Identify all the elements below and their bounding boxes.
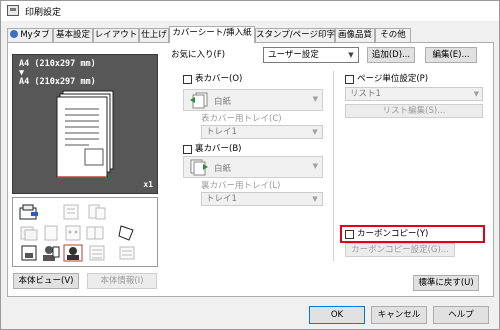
chevron-down-icon: ▼ [348,51,354,59]
printer-icon [7,5,19,16]
front-cover-tray-label: 表カバー用トレイ(C) [201,114,282,124]
account-track-icon[interactable] [63,244,83,262]
user-auth-icon[interactable] [41,244,61,262]
back-cover-tray-dropdown[interactable]: トレイ1 ▼ [201,192,323,206]
favorites-value: ユーザー設定 [268,50,319,60]
finisher-option-icon[interactable] [87,203,107,221]
output-tray-icon[interactable] [19,244,39,262]
tab-my-tab[interactable]: Myタブ [7,28,53,42]
per-page-list-dropdown[interactable]: リスト1 ▼ [345,87,483,101]
add-favorite-button[interactable]: 追加(D)... [367,47,415,63]
carbon-copy-settings-button[interactable]: カーボンコピー設定(G)... [345,243,455,257]
front-cover-paper-value: 白紙 [214,97,232,107]
preview-output-size: A4 (210x297 mm) [19,77,96,87]
favorites-dropdown[interactable]: ユーザー設定 ▼ [263,47,359,63]
chevron-down-icon: ▼ [312,128,318,136]
tab-image-quality[interactable]: 画像品質 [335,28,375,42]
chevron-down-icon: ▼ [312,162,318,170]
ok-button[interactable]: OK [309,306,365,324]
printer-main-icon[interactable] [19,204,39,222]
cancel-button[interactable]: キャンセル [371,306,427,324]
tab-cover-insert[interactable]: カバーシート/挿入紙 [169,26,255,43]
back-cover-paper-dropdown[interactable]: 白紙 ▼ [183,156,323,178]
window-title: 印刷設定 [25,8,62,18]
blank-paper-icon [190,159,208,176]
edit-favorite-button[interactable]: 編集(E)... [425,47,477,63]
front-cover-tray-dropdown[interactable]: トレイ1 ▼ [201,125,323,139]
staple-icon[interactable] [41,224,61,242]
user-icon [10,30,19,38]
back-cover-checkbox[interactable] [183,145,192,154]
blank-paper-icon [190,92,208,109]
front-cover-tray-value: トレイ1 [206,127,237,137]
carbon-copy-highlight [340,225,485,243]
chevron-down-icon: ▼ [473,90,479,98]
column-divider [333,71,334,261]
machine-view-button[interactable]: 本体ビュー(V) [13,273,79,289]
booklet-icon[interactable] [85,224,105,242]
fold-icon[interactable] [117,224,137,242]
front-cover-checkbox[interactable] [183,75,192,84]
copies-count: x1 [143,180,153,189]
tab-stamp-page-print[interactable]: スタンプ/ページ印字 [255,28,335,42]
chevron-down-icon: ▼ [312,195,318,203]
back-cover-label: 裏カバー(B) [195,144,242,154]
back-cover-tray-value: トレイ1 [206,194,237,204]
hdd-icon[interactable] [117,244,137,262]
print-preview: A4 (210x297 mm) ▼ A4 (210x297 mm) x1 [12,54,158,194]
machine-options-panel [12,197,158,267]
per-page-label: ページ単位設定(P) [357,74,429,84]
favorites-label: お気に入り(F) [171,50,226,60]
print-settings-dialog: 印刷設定 Myタブ 基本設定 レイアウト 仕上げ カバーシート/挿入紙 スタンプ… [0,0,500,330]
tab-basic-settings[interactable]: 基本設定 [53,28,93,42]
tab-finishing[interactable]: 仕上げ [139,28,169,42]
document-stack-icon [56,90,114,178]
preview-paper-size: A4 (210x297 mm) [19,59,96,69]
tray-option-icon[interactable] [61,203,81,221]
per-page-list-value: リスト1 [350,89,381,99]
front-cover-label: 表カバー(O) [195,74,243,84]
large-capacity-icon[interactable] [87,244,107,262]
per-page-checkbox[interactable] [345,75,354,84]
title-bar: 印刷設定 [1,1,499,21]
chevron-down-icon: ▼ [312,95,318,103]
back-cover-tray-label: 裏カバー用トレイ(L) [201,181,281,191]
punch-icon[interactable] [63,224,83,242]
help-button[interactable]: ヘルプ [433,306,489,324]
tab-other[interactable]: その他 [375,28,411,42]
paper-feed-icon[interactable] [19,224,39,242]
machine-info-button[interactable]: 本体情報(I) [87,273,157,289]
front-cover-paper-dropdown[interactable]: 白紙 ▼ [183,89,323,111]
reset-defaults-button[interactable]: 標準に戻す(U) [413,275,479,291]
tab-layout[interactable]: レイアウト [93,28,139,42]
edit-list-button[interactable]: リスト編集(S)... [345,104,483,118]
back-cover-paper-value: 白紙 [214,164,232,174]
